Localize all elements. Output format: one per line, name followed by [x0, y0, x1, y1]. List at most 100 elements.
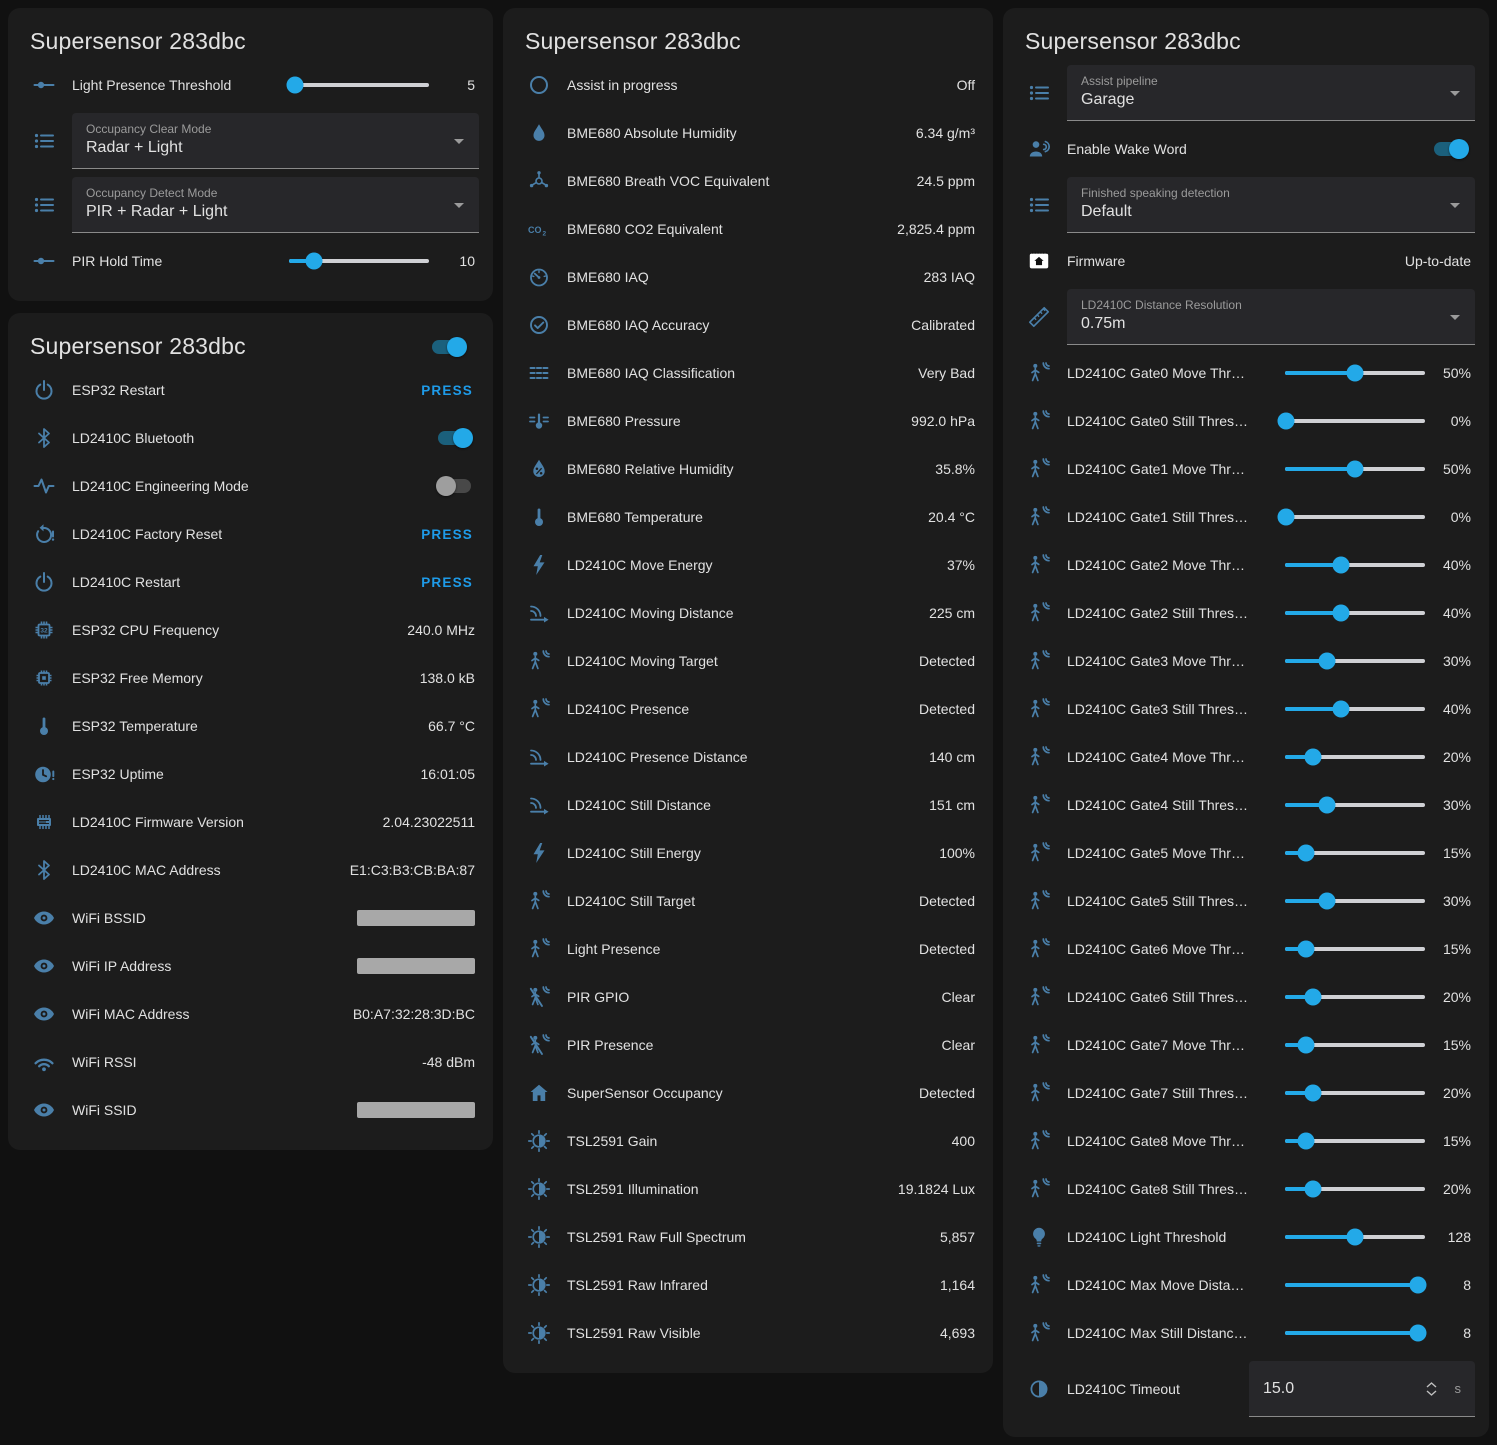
card-header-toggle[interactable] [430, 337, 467, 357]
card-title: Supersensor 283dbc [1025, 28, 1241, 55]
slider-thumb[interactable] [1305, 749, 1322, 766]
number-value: 15.0 [1263, 1380, 1422, 1398]
row-label: TSL2591 Illumination [567, 1181, 898, 1197]
slider-ld2410c-gate4-move-thr[interactable] [1285, 747, 1425, 767]
row-label: TSL2591 Gain [567, 1133, 952, 1149]
row-value: Clear [942, 1037, 979, 1053]
slider-ld2410c-max-move-dista[interactable] [1285, 1275, 1425, 1295]
row-label: LD2410C Gate6 Move Thr… [1067, 941, 1281, 957]
slider-thumb[interactable] [1333, 701, 1350, 718]
slider-ld2410c-gate0-move-thr[interactable] [1285, 363, 1425, 383]
motion-sensor-icon [1027, 1177, 1051, 1201]
slider-thumb[interactable] [1333, 605, 1350, 622]
list-icon [32, 193, 56, 217]
row-value: 19.1824 Lux [898, 1181, 979, 1197]
slider-thumb[interactable] [1319, 893, 1336, 910]
row-finished-speaking-detection: Finished speaking detectionDefault [1017, 173, 1475, 237]
row-label: LD2410C Moving Target [567, 653, 919, 669]
slider-ld2410c-gate4-still-thres[interactable] [1285, 795, 1425, 815]
slider-ld2410c-gate2-still-thres[interactable] [1285, 603, 1425, 623]
slider-ld2410c-light-threshold[interactable] [1285, 1227, 1425, 1247]
press-button-esp32-restart[interactable]: PRESS [421, 383, 479, 398]
slider-thumb[interactable] [1298, 1133, 1315, 1150]
row-value: 151 cm [929, 797, 979, 813]
slider-thumb[interactable] [1347, 461, 1364, 478]
slider-value: 20% [1429, 749, 1475, 765]
toggle-ld2410c-bluetooth[interactable] [436, 428, 473, 448]
slider-thumb[interactable] [1305, 1085, 1322, 1102]
row-value: 66.7 °C [428, 718, 479, 734]
slider-ld2410c-gate5-move-thr[interactable] [1285, 843, 1425, 863]
row-ld2410c-gate0-move-thr: LD2410C Gate0 Move Thr…50% [1017, 349, 1475, 397]
slider-ld2410c-gate8-move-thr[interactable] [1285, 1131, 1425, 1151]
row-label: LD2410C Factory Reset [72, 526, 421, 542]
slider-thumb[interactable] [1305, 989, 1322, 1006]
number-input-ld2410c-timeout[interactable]: 15.0s [1249, 1361, 1475, 1417]
select-ld2410c-distance-resolution[interactable]: LD2410C Distance Resolution0.75m [1067, 289, 1475, 345]
slider-thumb[interactable] [1319, 797, 1336, 814]
eye-icon [32, 954, 56, 978]
row-ld2410c-moving-distance: LD2410C Moving Distance225 cm [517, 589, 979, 637]
row-label: LD2410C Gate6 Still Thres… [1067, 989, 1281, 1005]
slider-track [1285, 419, 1425, 423]
press-button-ld2410c-factory-reset[interactable]: PRESS [421, 527, 479, 542]
slider-ld2410c-gate3-still-thres[interactable] [1285, 699, 1425, 719]
slider-thumb[interactable] [1278, 509, 1295, 526]
slider-thumb[interactable] [1347, 1229, 1364, 1246]
select-finished-speaking-detection[interactable]: Finished speaking detectionDefault [1067, 177, 1475, 233]
row-label: LD2410C Gate8 Move Thr… [1067, 1133, 1281, 1149]
slider-fill [1285, 1235, 1355, 1239]
row-label: BME680 IAQ Classification [567, 365, 918, 381]
slider-ld2410c-gate6-move-thr[interactable] [1285, 939, 1425, 959]
slider-thumb[interactable] [1333, 557, 1350, 574]
slider-thumb[interactable] [1278, 413, 1295, 430]
slider-ld2410c-gate2-move-thr[interactable] [1285, 555, 1425, 575]
row-value: 16:01:05 [421, 766, 480, 782]
slider-pir-hold-time[interactable] [289, 251, 429, 271]
slider-ld2410c-gate5-still-thres[interactable] [1285, 891, 1425, 911]
toggle-ld2410c-engineering-mode[interactable] [436, 476, 473, 496]
slider-ld2410c-gate8-still-thres[interactable] [1285, 1179, 1425, 1199]
select-occupancy-clear-mode[interactable]: Occupancy Clear ModeRadar + Light [72, 113, 479, 169]
brightness-icon [527, 1129, 551, 1153]
chemical-icon [527, 169, 551, 193]
slider-ld2410c-gate7-move-thr[interactable] [1285, 1035, 1425, 1055]
row-label: LD2410C Gate3 Still Thres… [1067, 701, 1281, 717]
slider-thumb[interactable] [306, 253, 323, 270]
slider-thumb[interactable] [1298, 845, 1315, 862]
chevron-down-icon [454, 139, 464, 149]
list-icon [32, 129, 56, 153]
select-assist-pipeline[interactable]: Assist pipelineGarage [1067, 65, 1475, 121]
stepper-control[interactable] [1422, 1382, 1441, 1396]
row-label: BME680 Absolute Humidity [567, 125, 916, 141]
row-label: LD2410C Presence [567, 701, 919, 717]
clock-alert-icon [32, 762, 56, 786]
slider-thumb[interactable] [1410, 1325, 1427, 1342]
slider-ld2410c-max-still-distanc[interactable] [1285, 1323, 1425, 1343]
chevron-down-icon [1450, 315, 1460, 325]
slider-thumb[interactable] [286, 77, 303, 94]
slider-thumb[interactable] [1298, 1037, 1315, 1054]
slider-thumb[interactable] [1319, 653, 1336, 670]
motion-sensor-icon [1027, 1273, 1051, 1297]
slider-thumb[interactable] [1298, 941, 1315, 958]
toggle-enable-wake-word[interactable] [1432, 139, 1469, 159]
row-label: LD2410C Gate5 Still Thres… [1067, 893, 1281, 909]
slider-ld2410c-gate6-still-thres[interactable] [1285, 987, 1425, 1007]
slider-ld2410c-gate1-move-thr[interactable] [1285, 459, 1425, 479]
slider-light-presence-threshold[interactable] [289, 75, 429, 95]
slider-ld2410c-gate1-still-thres[interactable] [1285, 507, 1425, 527]
row-label: SuperSensor Occupancy [567, 1085, 919, 1101]
row-label: ESP32 Temperature [72, 718, 428, 734]
slider-ld2410c-gate7-still-thres[interactable] [1285, 1083, 1425, 1103]
slider-thumb[interactable] [1410, 1277, 1427, 1294]
row-wifi-ssid: WiFi SSID [22, 1086, 479, 1134]
slider-ld2410c-gate0-still-thres[interactable] [1285, 411, 1425, 431]
motion-sensor-icon [1027, 361, 1051, 385]
press-button-ld2410c-restart[interactable]: PRESS [421, 575, 479, 590]
slider-thumb[interactable] [1305, 1181, 1322, 1198]
slider-thumb[interactable] [1347, 365, 1364, 382]
select-occupancy-detect-mode[interactable]: Occupancy Detect ModePIR + Radar + Light [72, 177, 479, 233]
slider-ld2410c-gate3-move-thr[interactable] [1285, 651, 1425, 671]
device-card: Supersensor 283dbcESP32 RestartPRESSLD24… [8, 313, 493, 1150]
